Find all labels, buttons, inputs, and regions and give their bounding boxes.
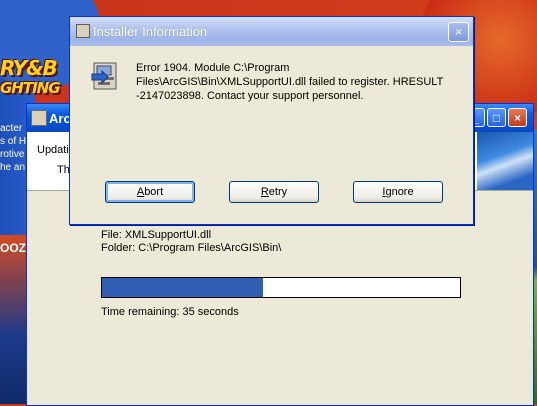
background-text-line: rotive [0, 149, 25, 160]
error-message: Error 1904. Module C:\Program Files\ArcG… [136, 62, 444, 102]
abort-label-post: bort [144, 186, 164, 198]
installer-icon [76, 24, 90, 38]
folder-label: Folder: C:\Program Files\ArcGIS\Bin\ [101, 242, 282, 254]
ignore-button[interactable]: Ignore [353, 181, 443, 203]
background-text: acter s of H rotive he an [0, 122, 28, 174]
background-text-line: s of H [0, 136, 27, 147]
close-button[interactable]: × [448, 22, 469, 42]
game-logo: RY&B GHTING [0, 58, 70, 106]
retry-button[interactable]: Retry [229, 181, 319, 203]
status-label: Th [57, 164, 70, 176]
background-bottom-text: OOZ [0, 241, 26, 255]
header-banner-image [477, 132, 533, 190]
progress-bar-fill [102, 278, 264, 297]
retry-label-post: etry [268, 186, 288, 198]
installer-icon [31, 110, 47, 126]
progress-bar [101, 277, 461, 298]
file-label: File: XMLSupportUI.dll [101, 229, 212, 241]
installer-information-dialog: Installer Information × Error 1904. Modu… [69, 16, 474, 225]
background-text-line: acter [0, 123, 23, 134]
maximize-button[interactable]: □ [487, 108, 506, 127]
dialog-titlebar[interactable]: Installer Information × [70, 17, 473, 46]
ignore-label-post: gnore [385, 186, 414, 198]
game-logo-line1: RY&B [0, 58, 58, 80]
retry-accesskey: R [260, 186, 269, 198]
background-bottom-art: OOZ [0, 235, 28, 404]
game-logo-line2: GHTING [0, 79, 61, 97]
close-button[interactable]: × [508, 108, 527, 127]
abort-button[interactable]: Abort [105, 181, 195, 203]
installer-package-icon [91, 62, 117, 90]
dialog-title: Installer Information [93, 24, 208, 39]
time-remaining-label: Time remaining: 35 seconds [101, 306, 239, 318]
background-text-line: he an [0, 162, 26, 173]
